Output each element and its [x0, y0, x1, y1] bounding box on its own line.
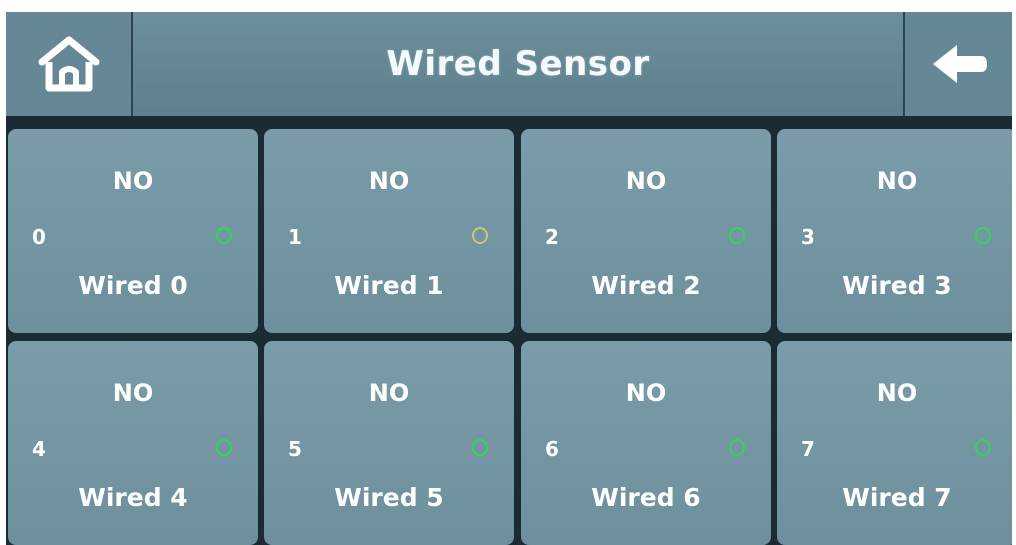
home-button[interactable]: [6, 12, 133, 116]
page-title: Wired Sensor: [386, 44, 650, 84]
sensor-tile-5[interactable]: NO 5 Wired 5: [264, 341, 514, 545]
status-led-icon: [975, 439, 991, 456]
sensor-tile-0[interactable]: NO 0 Wired 0: [8, 129, 258, 333]
sensor-status: NO: [112, 167, 154, 195]
sensor-name: Wired 6: [591, 483, 701, 512]
sensor-status: NO: [876, 167, 918, 195]
status-led-icon: [729, 439, 745, 456]
sensor-index: 3: [801, 225, 815, 249]
back-button[interactable]: [903, 12, 1012, 116]
sensor-status: NO: [625, 379, 667, 407]
sensor-tile-4[interactable]: NO 4 Wired 4: [8, 341, 258, 545]
status-led-icon: [472, 227, 488, 244]
sensor-tile-3[interactable]: NO 3 Wired 3: [777, 129, 1012, 333]
status-led-icon: [729, 227, 745, 244]
sensor-name: Wired 4: [78, 483, 188, 512]
sensor-index: 1: [288, 225, 302, 249]
sensor-status: NO: [625, 167, 667, 195]
sensor-status: NO: [368, 167, 410, 195]
status-led-icon: [472, 439, 488, 456]
sensor-name: Wired 1: [334, 271, 444, 300]
sensor-index: 6: [545, 437, 559, 461]
status-led-icon: [216, 439, 232, 456]
sensor-index: 5: [288, 437, 302, 461]
screen: Wired Sensor NO 0 Wired 0 NO 1 Wired 1 N…: [6, 12, 1012, 545]
sensor-index: 4: [32, 437, 46, 461]
sensor-name: Wired 7: [842, 483, 952, 512]
sensor-tile-6[interactable]: NO 6 Wired 6: [521, 341, 771, 545]
sensor-index: 7: [801, 437, 815, 461]
sensor-status: NO: [876, 379, 918, 407]
sensor-tile-7[interactable]: NO 7 Wired 7: [777, 341, 1012, 545]
sensor-name: Wired 5: [334, 483, 444, 512]
sensor-tile-1[interactable]: NO 1 Wired 1: [264, 129, 514, 333]
sensor-name: Wired 0: [78, 271, 188, 300]
sensor-status: NO: [368, 379, 410, 407]
header-bar: Wired Sensor: [6, 12, 1012, 120]
sensor-name: Wired 3: [842, 271, 952, 300]
sensor-status: NO: [112, 379, 154, 407]
home-icon: [38, 36, 99, 92]
header-divider: [6, 116, 1012, 122]
back-arrow-icon: [932, 45, 987, 83]
status-led-icon: [216, 227, 232, 244]
title-area: Wired Sensor: [133, 12, 903, 116]
sensor-name: Wired 2: [591, 271, 701, 300]
sensor-grid: NO 0 Wired 0 NO 1 Wired 1 NO 2 Wired 2 N…: [6, 127, 1012, 545]
sensor-index: 2: [545, 225, 559, 249]
sensor-tile-2[interactable]: NO 2 Wired 2: [521, 129, 771, 333]
status-led-icon: [975, 227, 991, 244]
sensor-index: 0: [32, 225, 46, 249]
